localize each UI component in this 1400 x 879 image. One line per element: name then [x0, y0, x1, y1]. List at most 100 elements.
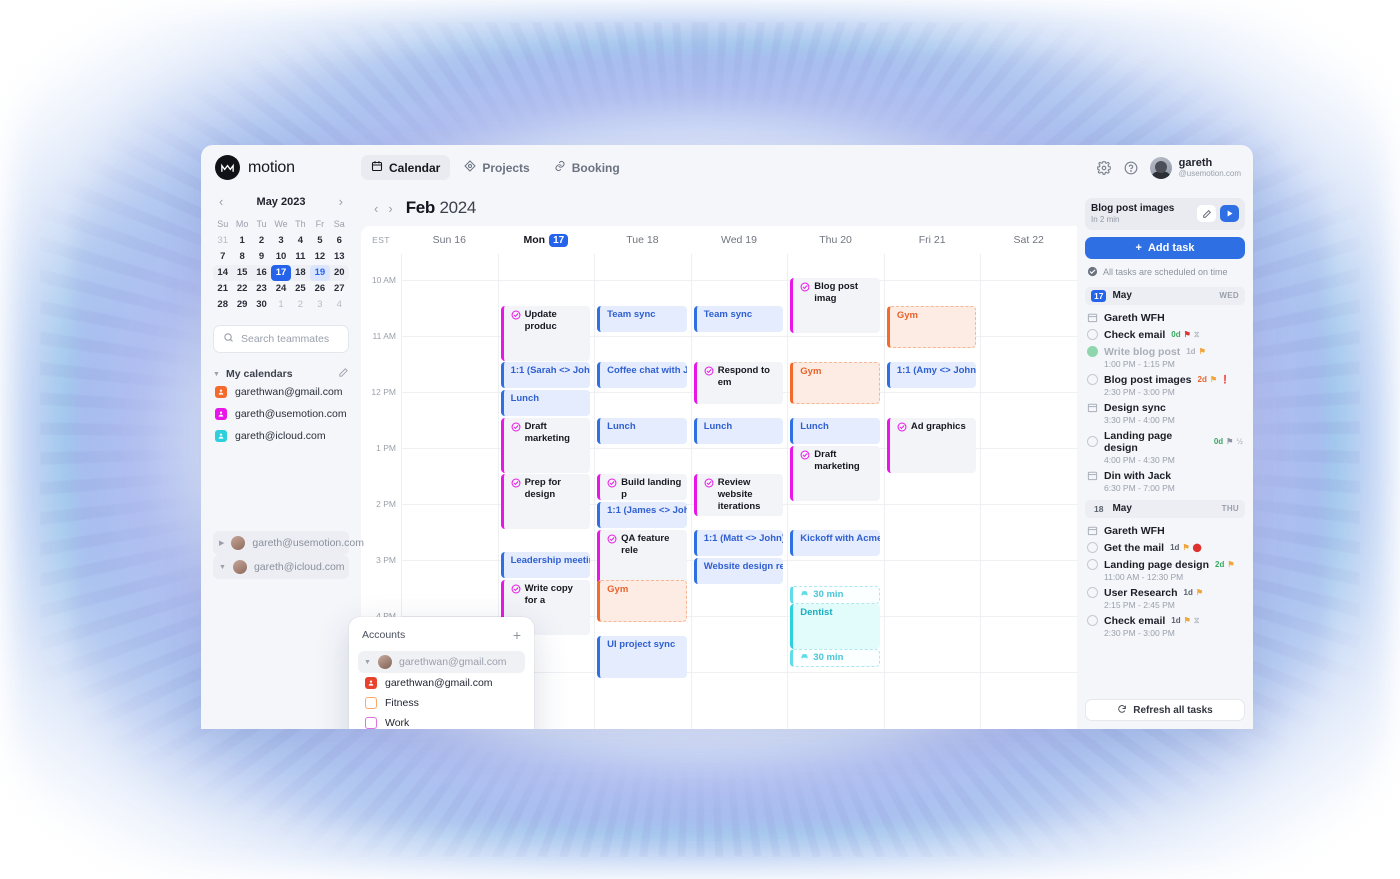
- calendar-event[interactable]: Review website iterations: [693, 474, 784, 516]
- task-checkbox[interactable]: [1087, 559, 1098, 571]
- mini-cal-day[interactable]: 20: [330, 265, 349, 281]
- calendar-event[interactable]: Build landing p: [597, 474, 687, 500]
- mini-cal-day[interactable]: 31: [213, 233, 232, 249]
- calendar-next-icon[interactable]: ›: [385, 201, 395, 216]
- mini-cal-day[interactable]: 7: [213, 249, 232, 265]
- mini-cal-day[interactable]: 27: [330, 281, 349, 297]
- calendar-day-column[interactable]: [980, 254, 1077, 729]
- task-row[interactable]: Blog post images 2d ⚑ ❗ 2:30 PM - 3:00 PM: [1085, 372, 1245, 400]
- add-task-button[interactable]: + Add task: [1085, 236, 1245, 259]
- task-row[interactable]: Gareth WFH: [1085, 310, 1245, 327]
- pencil-icon[interactable]: [1197, 205, 1216, 223]
- edit-calendars-icon[interactable]: [338, 367, 349, 381]
- mini-cal-day[interactable]: 22: [232, 281, 251, 297]
- calendar-event[interactable]: Website design rev: [693, 558, 784, 584]
- mini-cal-day[interactable]: 28: [213, 297, 232, 313]
- task-checkbox[interactable]: [1087, 346, 1098, 358]
- calendar-day-column[interactable]: Team sync Coffee chat with J Lunch Build la…: [594, 254, 691, 729]
- task-row[interactable]: Design sync 3:30 PM - 4:00 PM: [1085, 400, 1245, 428]
- mini-cal-day[interactable]: 29: [232, 297, 251, 313]
- calendar-day-column[interactable]: Blog post imag Gym Lunch Draft marketing Kic…: [787, 254, 884, 729]
- mini-cal-prev-icon[interactable]: ‹: [215, 194, 227, 209]
- calendar-event[interactable]: Blog post imag: [790, 278, 880, 333]
- calendar-event[interactable]: Lunch: [500, 390, 591, 416]
- task-checkbox[interactable]: [1087, 329, 1098, 341]
- mini-cal-day[interactable]: 12: [310, 249, 329, 265]
- sidebar-account-row[interactable]: ▼ gareth@icloud.com: [213, 555, 349, 579]
- calendar-event[interactable]: Coffee chat with J: [597, 362, 687, 388]
- calendar-day-header[interactable]: Mon 17: [498, 233, 595, 247]
- mini-cal-next-icon[interactable]: ›: [335, 194, 347, 209]
- mini-cal-day[interactable]: 6: [330, 233, 349, 249]
- add-account-icon[interactable]: +: [513, 628, 521, 642]
- calendar-event[interactable]: Draft marketing: [500, 418, 591, 473]
- mini-cal-day[interactable]: 9: [252, 249, 271, 265]
- mini-cal-day[interactable]: 5: [310, 233, 329, 249]
- calendar-prev-icon[interactable]: ‹: [371, 201, 381, 216]
- sidebar-account-row[interactable]: ▶ gareth@usemotion.com: [213, 531, 364, 555]
- popup-calendar-item[interactable]: garethwan@gmail.com: [358, 673, 525, 693]
- tab-calendar[interactable]: Calendar: [361, 155, 451, 180]
- calendar-event[interactable]: Update produc: [500, 306, 591, 361]
- mini-cal-day[interactable]: 17: [271, 265, 291, 281]
- calendar-event[interactable]: Respond to em: [693, 362, 784, 404]
- calendar-event[interactable]: 30 min: [790, 649, 880, 667]
- mini-cal-day[interactable]: 4: [330, 297, 349, 313]
- calendar-event[interactable]: 30 min: [790, 586, 880, 604]
- task-checkbox[interactable]: [1087, 436, 1098, 448]
- current-task-card[interactable]: Blog post images In 2 min: [1085, 198, 1245, 230]
- calendar-event[interactable]: 1:1 (Amy <> John): [886, 362, 977, 388]
- mini-cal-day[interactable]: 11: [291, 249, 310, 265]
- task-row[interactable]: Gareth WFH: [1085, 523, 1245, 540]
- mini-cal-day[interactable]: 18: [291, 265, 310, 281]
- popup-account-row[interactable]: ▼ garethwan@gmail.com: [358, 651, 525, 673]
- calendar-event[interactable]: Leadership meetin: [500, 552, 591, 578]
- mini-cal-day[interactable]: 8: [232, 249, 251, 265]
- task-row[interactable]: User Research 1d ⚑ 2:15 PM - 2:45 PM: [1085, 585, 1245, 613]
- calendar-day-header[interactable]: Tue 18: [594, 234, 691, 246]
- calendar-event[interactable]: Draft marketing: [790, 446, 880, 501]
- calendar-event[interactable]: Kickoff with Acme: [790, 530, 880, 556]
- calendar-event[interactable]: 1:1 (Matt <> John): [693, 530, 784, 556]
- mini-cal-day[interactable]: 19: [310, 265, 330, 281]
- calendar-event[interactable]: Ad graphics: [886, 418, 977, 473]
- calendar-event[interactable]: Lunch: [790, 418, 880, 444]
- calendar-day-column[interactable]: Team sync Respond to em Lunch Review websit…: [690, 254, 788, 729]
- mini-cal-day[interactable]: 3: [310, 297, 329, 313]
- calendar-event[interactable]: Team sync: [597, 306, 687, 332]
- tab-projects[interactable]: Projects: [454, 155, 539, 180]
- calendar-event[interactable]: Lunch: [693, 418, 784, 444]
- task-row[interactable]: Check email 1d ⚑ ⧖ 2:30 PM - 3:00 PM: [1085, 613, 1245, 641]
- task-row[interactable]: Write blog post 1d ⚑ 1:00 PM - 1:15 PM: [1085, 344, 1245, 372]
- mini-cal-day[interactable]: 24: [271, 281, 290, 297]
- calendar-event[interactable]: 1:1 (James <> Joh: [597, 502, 687, 528]
- mini-cal-day[interactable]: 30: [252, 297, 271, 313]
- mini-cal-day[interactable]: 2: [252, 233, 271, 249]
- calendar-event[interactable]: 1:1 (Sarah <> John: [500, 362, 591, 388]
- calendar-event[interactable]: Gym: [886, 306, 977, 348]
- calendar-event[interactable]: QA feature rele: [597, 530, 687, 585]
- calendar-event[interactable]: Team sync: [693, 306, 784, 332]
- gear-icon[interactable]: [1096, 160, 1112, 176]
- user-menu[interactable]: gareth @usemotion.com: [1149, 156, 1241, 179]
- mini-cal-day[interactable]: 16: [252, 265, 271, 281]
- calendar-day-header[interactable]: Sat 22: [980, 234, 1077, 246]
- mini-cal-day[interactable]: 4: [291, 233, 310, 249]
- task-checkbox[interactable]: [1087, 587, 1098, 599]
- task-checkbox[interactable]: [1087, 615, 1098, 627]
- mini-cal-day[interactable]: 14: [213, 265, 232, 281]
- my-calendars-header[interactable]: ▼ My calendars: [213, 367, 349, 381]
- mini-cal-day[interactable]: 25: [291, 281, 310, 297]
- help-icon[interactable]: [1123, 160, 1139, 176]
- task-row[interactable]: Din with Jack 6:30 PM - 7:00 PM: [1085, 468, 1245, 496]
- calendar-list-item[interactable]: gareth@usemotion.com: [213, 403, 349, 425]
- calendar-day-column[interactable]: Gym 1:1 (Amy <> John) Ad graphics: [883, 254, 981, 729]
- popup-calendar-item[interactable]: Work: [358, 713, 525, 729]
- task-row[interactable]: Landing page design 0d ⚑ ½ 4:00 PM - 4:30 PM: [1085, 428, 1245, 468]
- calendar-event[interactable]: Lunch: [597, 418, 687, 444]
- calendar-list-item[interactable]: gareth@icloud.com: [213, 425, 349, 447]
- search-teammates-input[interactable]: Search teammates: [213, 325, 349, 353]
- refresh-all-tasks-button[interactable]: Refresh all tasks: [1085, 699, 1245, 721]
- calendar-day-header[interactable]: Fri 21: [884, 234, 981, 246]
- calendar-event[interactable]: Gym: [597, 580, 687, 622]
